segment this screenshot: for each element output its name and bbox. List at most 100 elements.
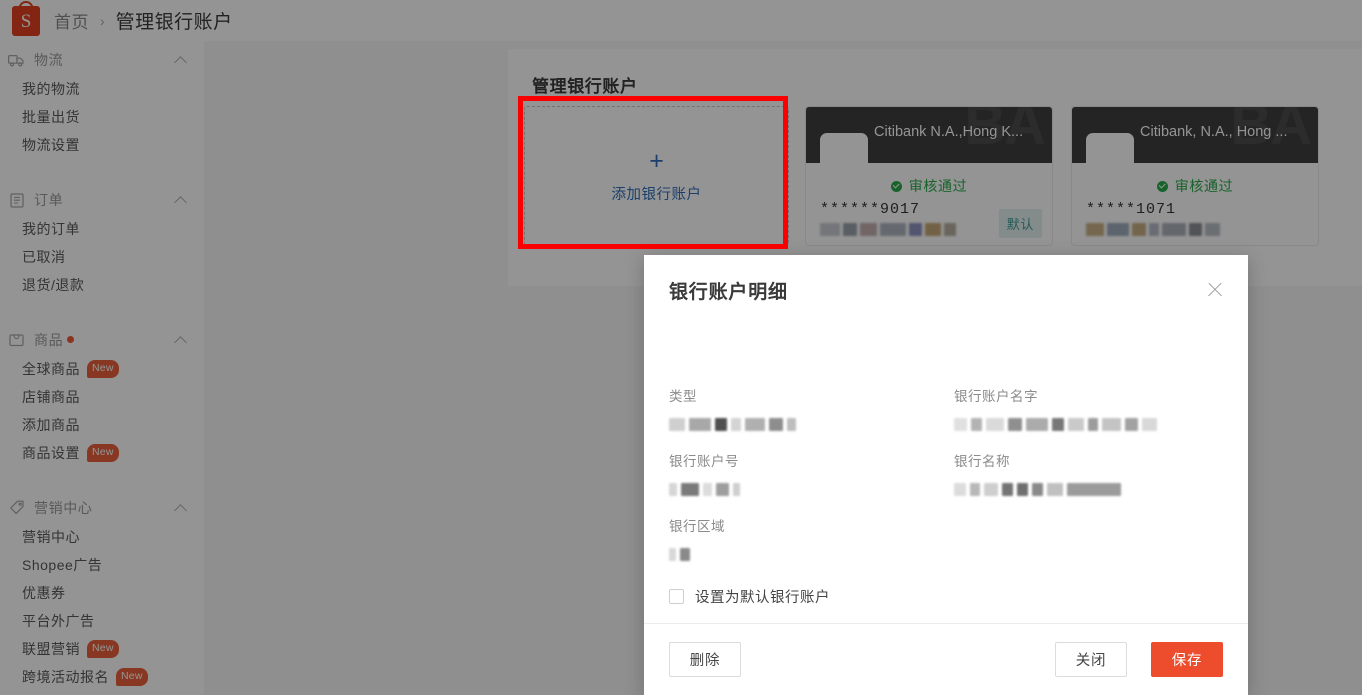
modal-title: 银行账户明细 — [669, 277, 788, 304]
sidebar-item-label: 我的物流 — [22, 79, 80, 99]
sidebar-group-orders: 订单 我的订单 已取消 退货/退款 — [0, 181, 204, 299]
status-label: 审核通过 — [1175, 176, 1233, 196]
logo-handle — [19, 1, 34, 12]
logo-letter: S — [21, 12, 32, 31]
sidebar-item-shop-products[interactable]: 店铺商品 — [0, 383, 204, 411]
delete-button[interactable]: 删除 — [669, 642, 741, 677]
sidebar-item-label: 店铺商品 — [22, 387, 80, 407]
plus-icon: + — [649, 149, 664, 174]
sidebar-item-bulk-ship[interactable]: 批量出货 — [0, 103, 204, 131]
modal-footer: 删除 关闭 保存 — [644, 623, 1248, 695]
close-button[interactable]: 关闭 — [1055, 642, 1127, 677]
sidebar-item-label: 添加商品 — [22, 415, 80, 435]
bank-card-body: 审核通过 *****1071 — [1072, 163, 1318, 246]
sidebar-item-my-logistics[interactable]: 我的物流 — [0, 75, 204, 103]
sidebar-group-header-marketing[interactable]: 营销中心 — [0, 493, 204, 523]
redaction-block — [1205, 223, 1220, 236]
add-bank-account-label: 添加银行账户 — [612, 183, 702, 204]
bank-card-header: BA Citibank N.A.,Hong K... — [806, 107, 1052, 163]
sidebar-item-label: 跨境活动报名 — [22, 667, 109, 687]
redaction-block — [745, 418, 765, 431]
sidebar-item-shopee-ads[interactable]: Shopee广告 — [0, 551, 204, 579]
sidebar-item-add-product[interactable]: 添加商品 — [0, 411, 204, 439]
field-value-redacted — [954, 417, 1157, 432]
sidebar-group-label: 商品 — [34, 330, 175, 350]
sidebar-item-offsite-ads[interactable]: 平台外广告 — [0, 607, 204, 635]
redaction-block — [1067, 483, 1121, 496]
save-button[interactable]: 保存 — [1151, 642, 1223, 677]
redaction-block — [669, 483, 677, 496]
chevron-up-icon — [175, 502, 188, 515]
redaction-block — [1017, 483, 1028, 496]
bank-account-detail-modal: 银行账户明细 类型 银行账户名字 — [644, 255, 1248, 695]
sidebar-group-label: 物流 — [34, 50, 175, 70]
sidebar-item-label: 物流设置 — [22, 135, 80, 155]
modal-body: 类型 银行账户名字 — [644, 322, 1248, 623]
field-label: 银行账户名字 — [954, 385, 1157, 405]
sidebar-group-header-products[interactable]: 商品 — [0, 325, 204, 355]
redaction-block — [1088, 418, 1098, 431]
redaction-block — [1102, 418, 1121, 431]
bank-account-card[interactable]: BA Citibank, N.A., Hong ... 审核通过 *****10… — [1071, 106, 1319, 246]
account-number: *****1071 — [1086, 201, 1176, 218]
account-holder-redacted — [820, 221, 956, 238]
sidebar-group-logistics: 物流 我的物流 批量出货 物流设置 — [0, 41, 204, 159]
check-circle-icon — [1157, 181, 1168, 192]
breadcrumb-current: 管理银行账户 — [116, 7, 233, 34]
add-bank-account-tile[interactable]: + 添加银行账户 — [524, 106, 789, 246]
sidebar-item-cancelled[interactable]: 已取消 — [0, 243, 204, 271]
top-bar: S 首页 › 管理银行账户 — [0, 0, 1362, 41]
close-icon[interactable] — [1205, 280, 1225, 300]
sidebar-item-returns-refunds[interactable]: 退货/退款 — [0, 271, 204, 299]
sidebar-item-marketing-center[interactable]: 营销中心 — [0, 523, 204, 551]
bank-card-body: 审核通过 ******9017 默认 — [806, 163, 1052, 246]
default-account-checkbox-row[interactable]: 设置为默认银行账户 — [669, 586, 830, 607]
sidebar-item-my-orders[interactable]: 我的订单 — [0, 215, 204, 243]
sidebar-group-header-orders[interactable]: 订单 — [0, 185, 204, 215]
redaction-block — [1032, 483, 1043, 496]
redaction-block — [681, 483, 699, 496]
field-value-redacted — [669, 547, 725, 562]
app-screen: S 首页 › 管理银行账户 物流 我的物流 批量出货 物流设置 — [0, 0, 1362, 695]
page-title: 管理银行账户 — [532, 72, 638, 97]
redaction-block — [954, 418, 967, 431]
sidebar-item-label: 营销中心 — [22, 527, 80, 547]
bank-name: Citibank N.A.,Hong K... — [874, 124, 1046, 140]
redaction-block — [986, 418, 1004, 431]
sidebar-spacer — [0, 467, 204, 489]
sidebar-item-coupons[interactable]: 优惠券 — [0, 579, 204, 607]
redaction-block — [954, 483, 966, 496]
default-account-checkbox[interactable] — [669, 589, 684, 604]
new-badge: New — [116, 668, 148, 686]
redaction-block — [1008, 418, 1022, 431]
bank-name: Citibank, N.A., Hong ... — [1140, 124, 1312, 140]
redaction-block — [731, 418, 741, 431]
redaction-block — [860, 223, 877, 236]
redaction-block — [820, 223, 840, 236]
modal-header: 银行账户明细 — [644, 255, 1248, 322]
sidebar-item-affiliate-marketing[interactable]: 联盟营销 New — [0, 635, 204, 663]
field-account-number: 银行账户号 — [669, 450, 740, 497]
sidebar-item-product-settings[interactable]: 商品设置 New — [0, 439, 204, 467]
bank-account-card[interactable]: BA Citibank N.A.,Hong K... 审核通过 ******90… — [805, 106, 1053, 246]
sidebar-group-header-logistics[interactable]: 物流 — [0, 45, 204, 75]
redaction-block — [669, 548, 676, 561]
check-circle-icon — [891, 181, 902, 192]
redaction-block — [1026, 418, 1048, 431]
redaction-block — [970, 483, 980, 496]
breadcrumb-home-link[interactable]: 首页 — [54, 8, 89, 33]
redaction-block — [715, 418, 727, 431]
sidebar-item-label: 已取消 — [22, 247, 66, 267]
shopee-logo-icon[interactable]: S — [12, 6, 40, 36]
sidebar-item-label: 平台外广告 — [22, 611, 95, 631]
redaction-block — [669, 418, 685, 431]
redaction-block — [787, 418, 796, 431]
sidebar-item-cross-border-campaign[interactable]: 跨境活动报名 New — [0, 663, 204, 691]
redaction-block — [1047, 483, 1063, 496]
sidebar-group-label: 订单 — [34, 190, 175, 210]
new-badge: New — [87, 640, 119, 658]
sidebar-item-global-products[interactable]: 全球商品 New — [0, 355, 204, 383]
sidebar-spacer — [0, 159, 204, 181]
redaction-block — [1142, 418, 1157, 431]
sidebar-item-logistics-settings[interactable]: 物流设置 — [0, 131, 204, 159]
